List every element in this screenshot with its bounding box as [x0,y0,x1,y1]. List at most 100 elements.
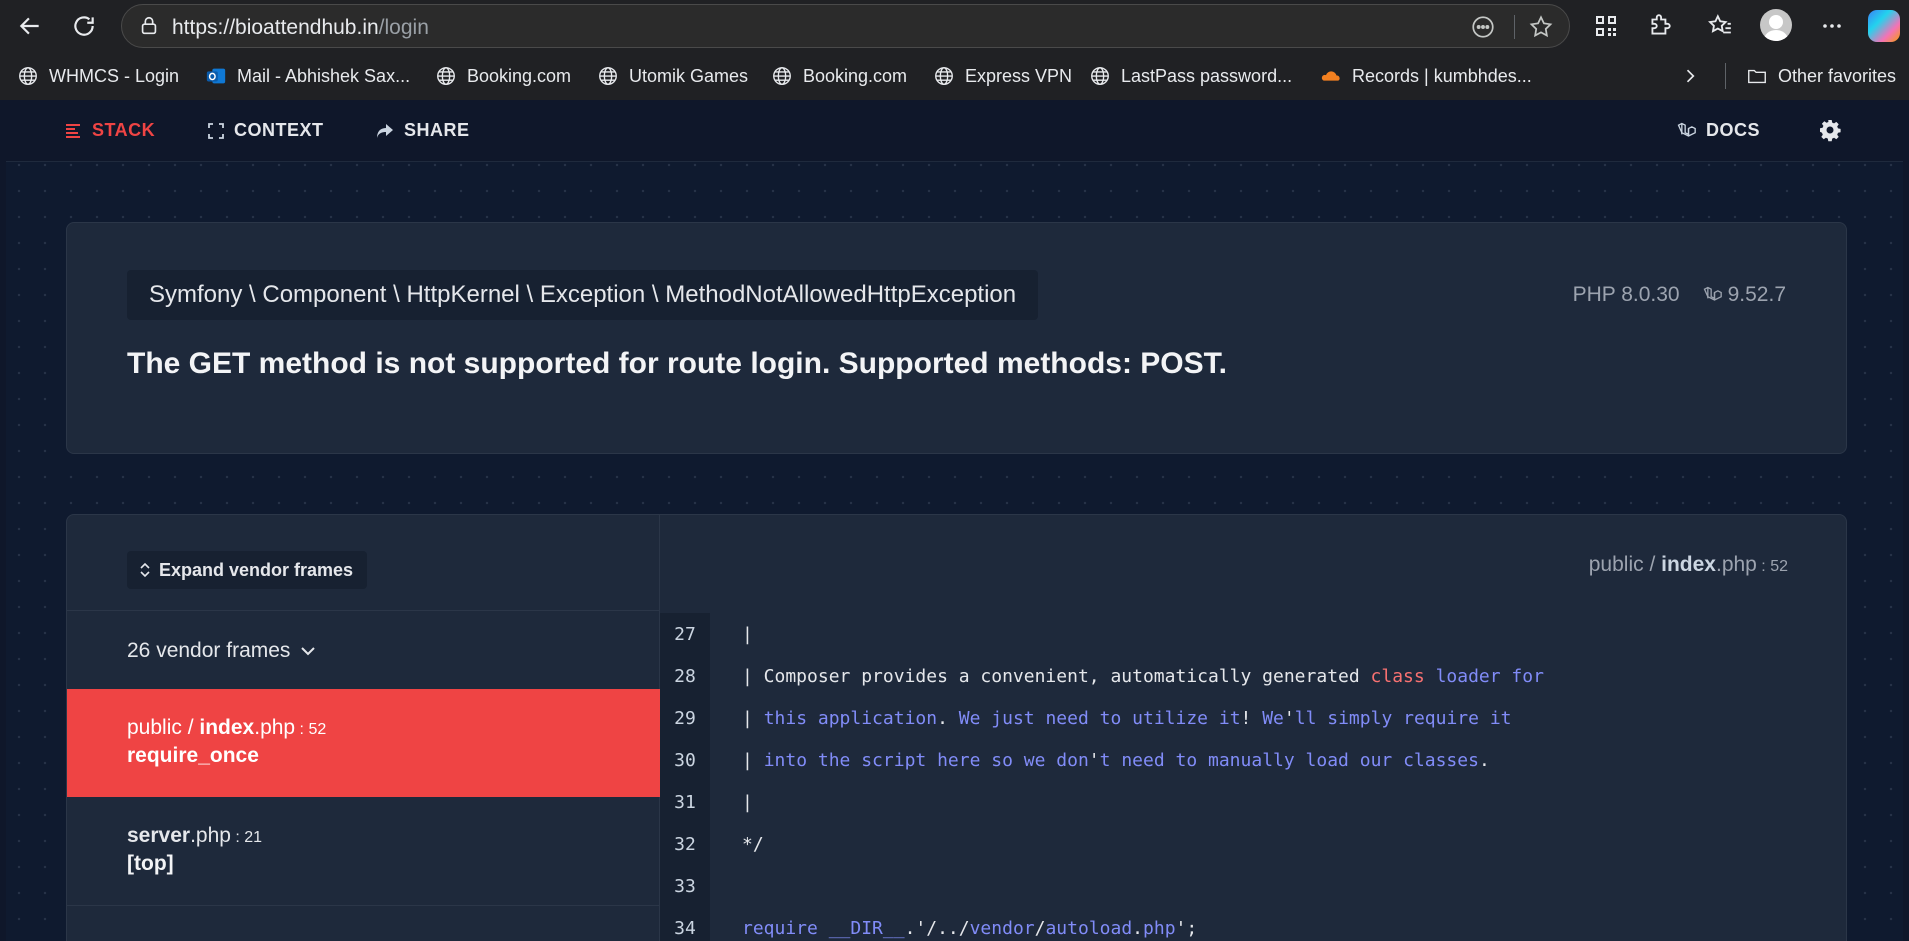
bookmark-mail[interactable]: Mail - Abhishek Sax... [205,56,410,96]
frames-list: Expand vendor frames 26 vendor frames pu… [67,515,660,941]
code-token: vendor [969,917,1035,939]
refresh-icon [74,16,94,36]
site-info-icon[interactable] [138,15,160,37]
chevron-down-icon [301,647,316,656]
frame-item[interactable]: server.php : 21 [top] [67,797,660,905]
bookmark-label: Booking.com [803,65,908,86]
line-number: 29 [674,707,696,729]
code-token: / [1034,917,1046,939]
profile-avatar[interactable] [1760,9,1792,41]
code-token: */ [742,833,764,855]
expand-vendor-frames-button[interactable]: Expand vendor frames [127,551,368,589]
code-token: __DIR__ [817,917,905,939]
puzzle-icon [1651,14,1671,35]
code-token: autoload [1045,917,1133,939]
code-file-ext: .php [1715,553,1757,576]
code-source: | this application. We just need to util… [742,708,1512,729]
frame-function: require_once [127,744,259,767]
bookmark-label: Booking.com [467,65,572,86]
browser-chrome: https://bioattendhub.in/login WHMCS - Lo… [0,0,1909,100]
frame-filename: index [199,716,255,739]
bookmark-lastpass[interactable]: LastPass password... [1089,56,1292,96]
bookmark-records[interactable]: Records | kumbhdes... [1320,56,1532,96]
code-token: | [742,707,764,729]
bookmark-utomik[interactable]: Utomik Games [597,56,748,96]
url-text[interactable]: https://bioattendhub.in/login [172,16,429,40]
code-snippet-pane: public / index.php : 52 27 | 28 | Composer … [660,515,1846,941]
code-file-path[interactable]: public / index.php : 52 [1589,553,1788,577]
code-token: . [937,707,959,729]
share-arrow-icon [377,123,393,138]
code-token: '; [1175,917,1198,939]
omnibox-divider [1514,15,1515,39]
code-line[interactable]: 31 | [660,781,1846,823]
frame-item-active[interactable]: public / index.php : 52 require_once [67,689,660,797]
extensions-button[interactable] [1642,8,1678,44]
outlook-icon [206,68,226,84]
code-token: | [742,749,764,771]
laravel-logo-icon [1677,122,1696,137]
bookmark-label: Mail - Abhishek Sax... [237,65,411,86]
bookmark-label: Utomik Games [629,65,749,86]
copilot-icon[interactable] [1868,10,1900,42]
code-line[interactable]: 33 [660,865,1846,907]
code-line[interactable]: 28 | Composer provides a convenient, auto… [660,655,1846,697]
code-token: ' [1283,707,1295,729]
code-token: We [1262,707,1284,729]
code-source: | into the script here so we don't need … [742,750,1490,771]
globe-icon [19,67,37,85]
code-token: this application [763,707,938,729]
globe-icon [935,67,953,85]
code-token: We just need to utilize it [958,707,1241,729]
line-number: 31 [674,791,696,813]
browser-toolbar: https://bioattendhub.in/login [0,0,1909,52]
globe-icon [773,67,791,85]
error-page: STACK CONTEXT SHARE DOCS Symfony \ Compo… [6,100,1903,941]
vendor-frames-toggle[interactable]: 26 vendor frames [127,639,316,663]
code-token: into the script here so we don [763,749,1089,771]
qr-code-button[interactable] [1588,8,1624,44]
bookmarks-overflow-button[interactable] [1680,56,1700,96]
exception-class[interactable]: Symfony \ Component \ HttpKernel \ Excep… [127,270,1039,320]
nav-context-label: CONTEXT [234,120,324,140]
line-number: 34 [674,917,696,939]
back-button[interactable] [12,8,48,44]
code-source: | Composer provides a convenient, automa… [742,666,1544,687]
stack-trace-card: Expand vendor frames 26 vendor frames pu… [66,514,1847,941]
nav-stack[interactable]: STACK [66,120,155,141]
code-line[interactable]: 27 | [660,613,1846,655]
settings-menu-button[interactable] [1814,8,1850,44]
favorites-button[interactable] [1702,8,1738,44]
nav-docs[interactable]: DOCS [1676,120,1760,141]
frame-line: : 21 [230,829,263,846]
code-source: | [742,624,753,645]
bookmark-booking-2[interactable]: Booking.com [771,56,907,96]
code-source: require __DIR__.'/../vendor/autoload.php… [742,918,1197,939]
expand-vendor-frames-label: Expand vendor frames [159,559,354,580]
code-line[interactable]: 29 | this application. We just need to ut… [660,697,1846,739]
code-line[interactable]: 32 */ [660,823,1846,865]
bookmark-whmcs[interactable]: WHMCS - Login [17,56,179,96]
bookmark-expressvpn[interactable]: Express VPN [933,56,1072,96]
nav-context[interactable]: CONTEXT [208,120,324,141]
settings-button[interactable] [1818,118,1852,142]
globe-icon [599,67,617,85]
refresh-button[interactable] [66,8,102,44]
favorite-star-icon[interactable] [1528,14,1554,40]
nav-stack-label: STACK [92,120,156,140]
laravel-logo-icon [1703,286,1722,301]
code-line[interactable]: 30 | into the script here so we don't nee… [660,739,1846,781]
favorites-icon [1708,14,1731,34]
bookmark-booking-1[interactable]: Booking.com [435,56,571,96]
code-token: t need to manually load our classes [1099,749,1479,771]
gear-icon [1820,120,1841,142]
frame-ext: .php [254,716,296,739]
line-number: 33 [674,875,696,897]
other-favorites-folder[interactable]: Other favorites [1746,56,1896,96]
nav-share[interactable]: SHARE [376,120,470,141]
code-line[interactable]: 34 require __DIR__.'/../vendor/autoload.p… [660,907,1846,941]
line-number: 30 [674,749,696,771]
address-bar[interactable]: https://bioattendhub.in/login [121,4,1570,48]
bookmark-label: LastPass password... [1121,65,1293,86]
more-options-icon[interactable] [1470,14,1496,40]
